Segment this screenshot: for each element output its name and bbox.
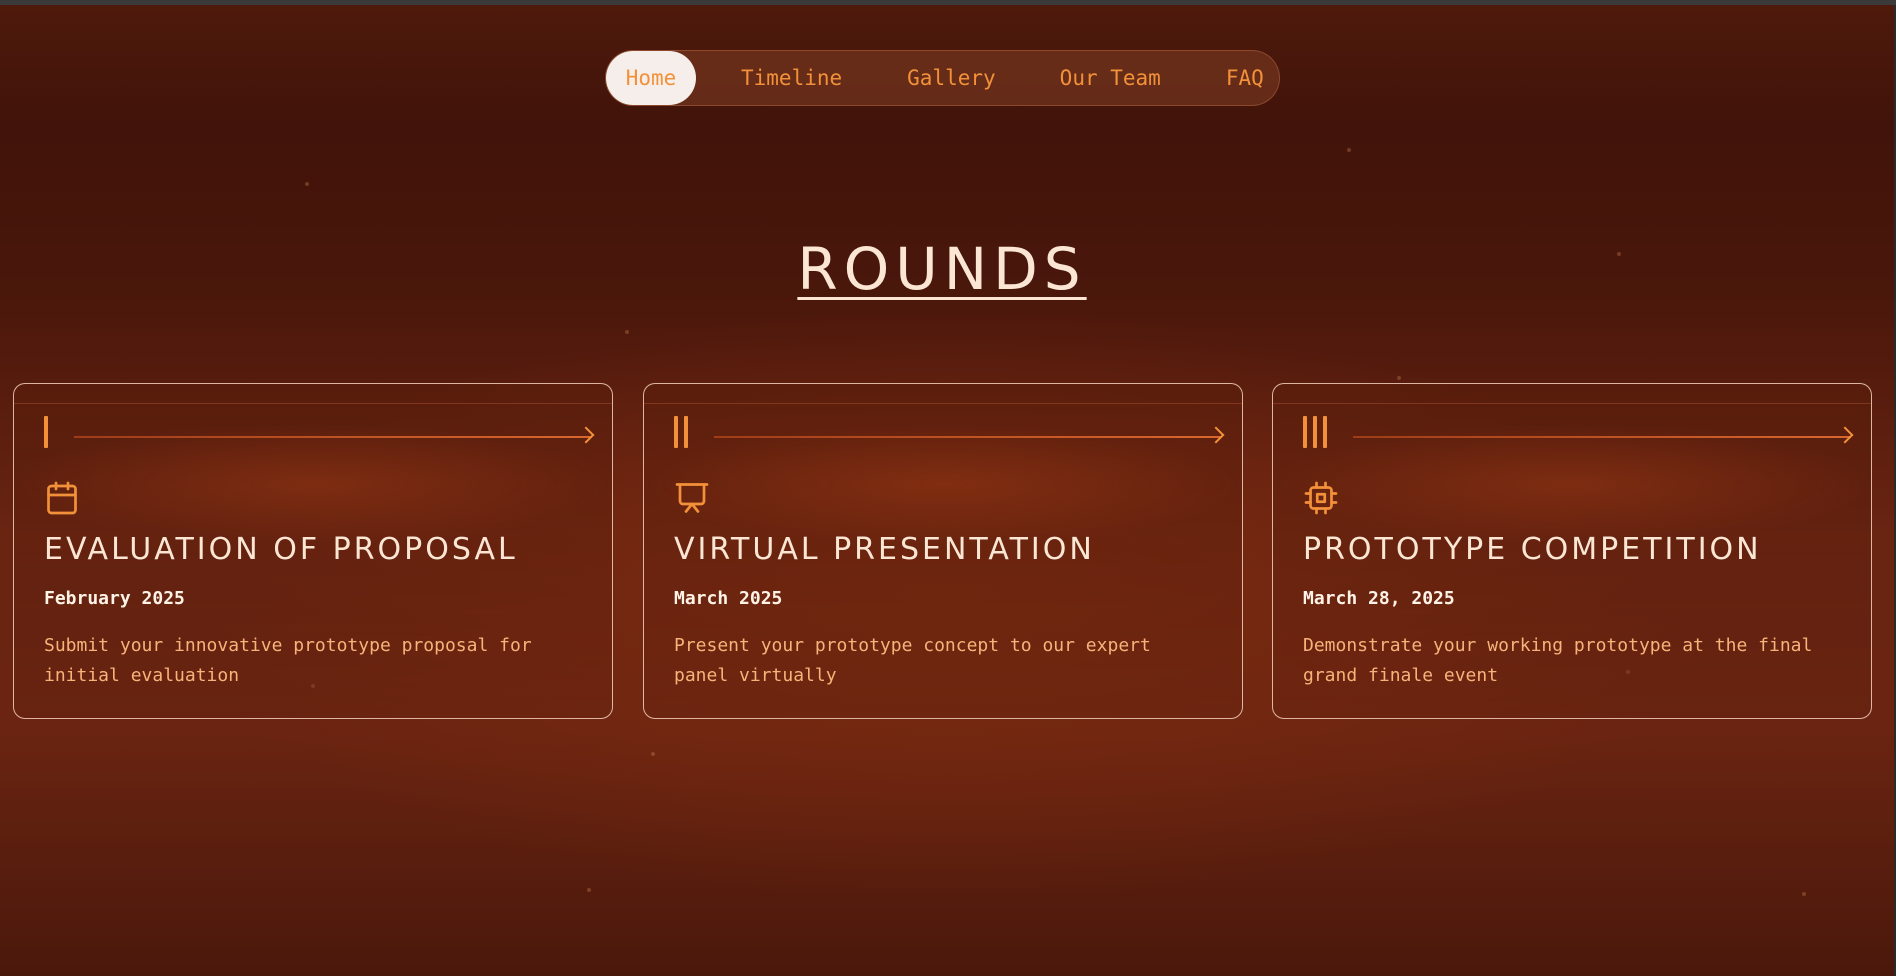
browser-top-edge — [0, 0, 1896, 5]
section-title: ROUNDS — [797, 235, 1087, 303]
arrow-right-icon — [577, 426, 595, 444]
arrow-right-icon — [1836, 426, 1854, 444]
star-decoration — [625, 330, 629, 334]
round-date: March 2025 — [674, 588, 783, 609]
calendar-icon — [47, 481, 77, 515]
card-top-line — [644, 403, 1242, 404]
nav-our-team[interactable]: Our Team — [1060, 51, 1161, 105]
star-decoration — [1347, 148, 1351, 152]
roman-numeral-1 — [44, 416, 48, 448]
top-navigation: Home Timeline Gallery Our Team FAQ — [605, 50, 1280, 106]
nav-home[interactable]: Home — [606, 51, 696, 105]
star-decoration — [651, 752, 655, 756]
presentation-board-icon — [675, 483, 709, 513]
progress-arrow-line — [1353, 436, 1851, 438]
progress-arrow-line — [714, 436, 1222, 438]
round-date: March 28, 2025 — [1303, 588, 1455, 609]
round-card-1: EVALUATION OF PROPOSAL February 2025 Sub… — [13, 383, 613, 719]
roman-numeral-2 — [674, 416, 688, 448]
nav-gallery[interactable]: Gallery — [907, 51, 996, 105]
nav-timeline[interactable]: Timeline — [741, 51, 842, 105]
round-title: EVALUATION OF PROPOSAL — [44, 532, 518, 567]
star-decoration — [1802, 892, 1806, 896]
round-date: February 2025 — [44, 588, 185, 609]
progress-arrow-line — [74, 436, 592, 438]
star-decoration — [1397, 376, 1401, 380]
round-description: Present your prototype concept to our ex… — [674, 635, 1151, 686]
card-top-line — [14, 403, 612, 404]
round-description: Submit your innovative prototype proposa… — [44, 635, 532, 686]
arrow-right-icon — [1207, 426, 1225, 444]
roman-numeral-3 — [1303, 416, 1327, 448]
star-decoration — [587, 888, 591, 892]
round-card-3: PROTOTYPE COMPETITION March 28, 2025 Dem… — [1272, 383, 1872, 719]
round-card-2: VIRTUAL PRESENTATION March 2025 Present … — [643, 383, 1243, 719]
star-decoration — [305, 182, 309, 186]
round-title: VIRTUAL PRESENTATION — [674, 532, 1095, 567]
nav-faq[interactable]: FAQ — [1226, 51, 1264, 105]
round-description: Demonstrate your working prototype at th… — [1303, 635, 1813, 686]
card-top-line — [1273, 403, 1871, 404]
cpu-chip-icon — [1304, 481, 1338, 515]
round-title: PROTOTYPE COMPETITION — [1303, 532, 1762, 567]
